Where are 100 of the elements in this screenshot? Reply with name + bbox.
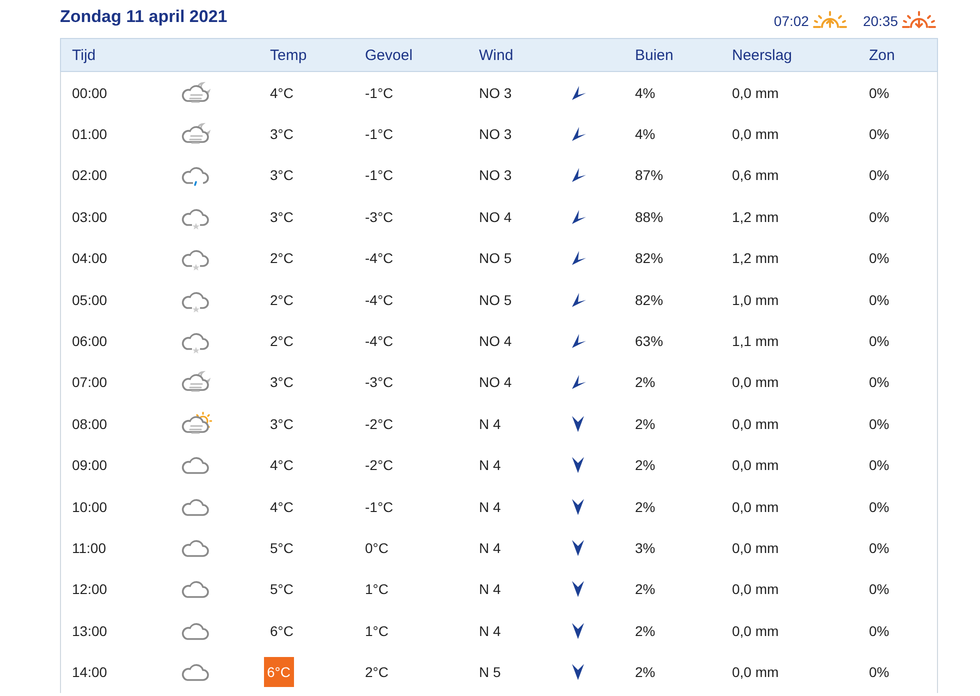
table-cell: 3°C	[270, 416, 294, 432]
table-cell: 4°C	[270, 84, 294, 101]
table-cell-text: NO 5	[479, 292, 513, 308]
table-cell-text: 0%	[869, 250, 890, 266]
wind-arrow-icon	[571, 414, 585, 433]
table-cell-text: NO 4	[479, 333, 513, 350]
table-cell-text: 2%	[635, 457, 656, 474]
wind-arrow-icon	[571, 126, 587, 142]
table-cell: 5°C	[270, 540, 294, 556]
table-cell: 4°C	[270, 457, 294, 474]
table-cell-text: 14:00	[71, 664, 108, 680]
column-header: Gevoel	[365, 46, 414, 64]
column-header: Zon	[869, 46, 896, 64]
table-cell-text: 3%	[635, 540, 656, 556]
table-cell-text: 0%	[869, 581, 890, 598]
table-cell-text: 0%	[869, 167, 890, 184]
cloud-moon-fog-icon	[180, 80, 212, 106]
table-cell-text: NO 3	[479, 167, 513, 184]
table-cell: 4°C	[270, 498, 294, 515]
table-cell-text: 0°C	[365, 540, 390, 556]
sun-time: 20:35	[862, 13, 898, 29]
table-cell-text: N 4	[479, 540, 502, 556]
table-cell-text: -2°C	[365, 457, 394, 474]
table-cell: 2°C	[270, 292, 294, 308]
table-cell-text: 1,0 mm	[732, 292, 780, 308]
table-cell-text: 0,0 mm	[732, 457, 780, 474]
table-cell-text: 0%	[869, 333, 890, 350]
wind-arrow-icon	[571, 167, 587, 184]
table-cell-text: -1°C	[365, 84, 394, 101]
column-header: Wind	[479, 46, 514, 64]
table-cell-text: 0,0 mm	[732, 498, 780, 515]
table-cell-text: 87%	[635, 167, 664, 184]
table-cell-text: 0,0 mm	[732, 126, 780, 142]
column-header: Buien	[635, 46, 674, 64]
table-cell-text: 12:00	[71, 581, 108, 598]
table-cell-text: -4°C	[365, 333, 394, 350]
cloud-sun-fog-icon	[180, 410, 212, 437]
table-cell-text: 1,2 mm	[732, 208, 780, 225]
table-cell-text: 0,0 mm	[732, 84, 780, 101]
table-cell-text: 0%	[869, 416, 890, 432]
table-cell-text: 82%	[635, 250, 664, 266]
table-cell: 2°C	[270, 333, 294, 350]
table-cell-text: 63%	[635, 333, 664, 350]
table-cell-text: 0,0 mm	[732, 416, 780, 432]
table-cell-text: 1°C	[365, 581, 390, 598]
wind-arrow-icon	[571, 622, 585, 640]
wind-arrow-icon	[571, 456, 585, 474]
table-cell-text: 0%	[869, 208, 890, 225]
table-cell-text: 0,0 mm	[732, 664, 780, 680]
table-cell: 3°C	[270, 208, 294, 225]
table-cell-text: 00:00	[71, 84, 108, 101]
table-cell-text: N 4	[479, 457, 502, 474]
column-header: Temp	[270, 46, 308, 64]
table-cell-text: 1,2 mm	[732, 250, 780, 266]
table-cell-text: 0,0 mm	[732, 581, 780, 598]
table-cell-text: 0,0 mm	[732, 540, 780, 556]
table-cell-text: 0%	[869, 126, 890, 142]
table-cell-text: 2%	[635, 416, 656, 432]
table-cell-text: 2%	[635, 498, 656, 515]
table-cell-text: 88%	[635, 208, 664, 225]
day-title: Zondag 11 april 2021	[60, 7, 228, 27]
table-cell-text: 0%	[869, 457, 890, 474]
table-cell-text: NO 4	[479, 208, 513, 225]
table-cell-text: 0%	[869, 374, 890, 390]
wind-arrow-icon	[571, 250, 587, 266]
wind-arrow-icon	[571, 580, 585, 598]
wind-arrow-icon	[571, 208, 587, 225]
table-cell-text: 1,1 mm	[732, 333, 780, 350]
table-cell-text: 11:00	[71, 540, 107, 556]
table-cell-text: N 4	[479, 581, 502, 598]
table-cell-text: NO 4	[479, 374, 513, 390]
wind-arrow-icon	[571, 333, 587, 350]
table-cell-text: 05:00	[71, 292, 108, 308]
table-cell-text: 09:00	[71, 457, 108, 474]
table-cell: 6°C	[270, 622, 294, 639]
table-cell-text: 04:00	[71, 250, 108, 266]
table-cell-text: 4%	[635, 126, 656, 142]
table-cell: 2°C	[270, 250, 294, 266]
table-cell-text: 4%	[635, 84, 656, 101]
table-cell-text: NO 3	[479, 126, 513, 142]
table-cell-text: 2%	[635, 581, 656, 598]
table-cell-text: -3°C	[365, 208, 394, 225]
table-cell-text: 2%	[635, 622, 656, 639]
table-cell-text: 2%	[635, 374, 656, 390]
table-cell-text: N 4	[479, 498, 502, 515]
table-cell-text: 13:00	[71, 622, 108, 639]
wind-arrow-icon	[571, 84, 587, 101]
table-cell-text: 1°C	[365, 622, 390, 639]
table-cell-text: 0,0 mm	[732, 622, 780, 639]
table-cell-text: 02:00	[71, 167, 108, 184]
table-cell-text: 0%	[869, 498, 890, 515]
table-cell-text: 08:00	[71, 416, 108, 432]
table-cell-text: 0,6 mm	[732, 167, 780, 184]
table-cell-text: 2%	[635, 664, 656, 680]
table-cell-text: 06:00	[71, 333, 108, 350]
table-cell-text: 0%	[869, 292, 890, 308]
table-cell-text: 01:00	[71, 126, 108, 142]
sun-time: 07:02	[774, 13, 809, 29]
wind-arrow-icon	[571, 498, 585, 516]
wind-arrow-icon	[571, 663, 585, 682]
